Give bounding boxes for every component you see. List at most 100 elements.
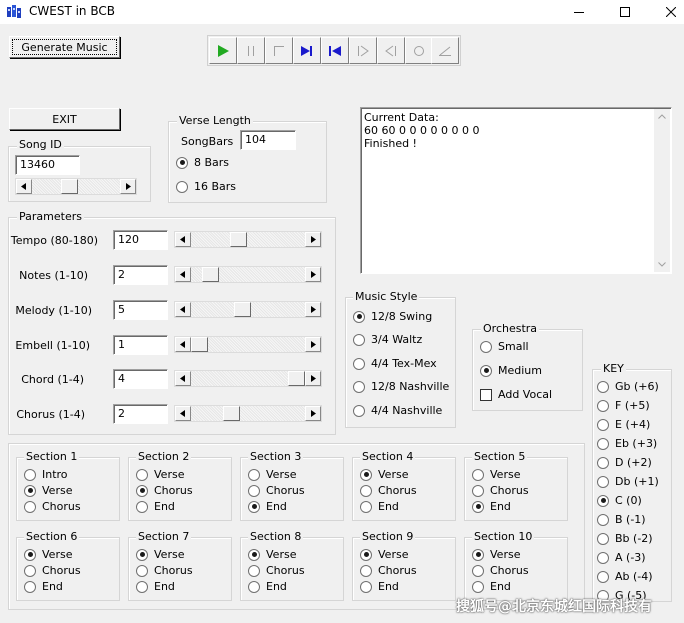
section-option-radio[interactable]: Intro — [24, 468, 68, 481]
scroll-left-button[interactable] — [175, 232, 191, 247]
scroll-thumb[interactable] — [288, 371, 305, 386]
step-back-button[interactable] — [377, 37, 405, 64]
section-option-radio[interactable]: End — [360, 500, 399, 513]
orchestra-small-radio[interactable]: Small — [480, 340, 529, 353]
key-e-radio[interactable]: E (+4) — [597, 418, 650, 431]
chorus-slider[interactable] — [174, 405, 322, 422]
song-id-field[interactable]: 13460 — [15, 155, 80, 175]
section-option-radio[interactable]: Chorus — [248, 564, 305, 577]
section-option-radio[interactable]: Chorus — [136, 484, 193, 497]
embell-slider[interactable] — [174, 336, 322, 353]
next-track-button[interactable] — [293, 37, 321, 64]
scroll-right-button[interactable] — [305, 302, 321, 317]
scroll-left-button[interactable] — [175, 267, 191, 282]
section-option-radio[interactable]: Verse — [472, 468, 520, 481]
scroll-right-button[interactable] — [305, 337, 321, 352]
scroll-left-button[interactable] — [175, 406, 191, 421]
generate-music-button[interactable]: Generate Music — [9, 36, 120, 58]
maximize-button[interactable] — [602, 0, 648, 24]
close-button[interactable] — [648, 0, 684, 24]
key-a-radio[interactable]: A (-3) — [597, 551, 646, 564]
add-vocal-checkbox[interactable]: Add Vocal — [480, 388, 552, 401]
section-option-radio[interactable]: End — [248, 580, 287, 593]
section-option-radio[interactable]: Chorus — [360, 484, 417, 497]
verse-length-8-bars-radio[interactable]: 8 Bars — [176, 156, 229, 169]
section-option-radio[interactable]: Chorus — [360, 564, 417, 577]
scroll-right-button[interactable] — [305, 232, 321, 247]
scroll-right-button[interactable] — [120, 179, 136, 194]
previous-track-button[interactable] — [321, 37, 349, 64]
section-option-radio[interactable]: Verse — [360, 548, 408, 561]
scroll-right-button[interactable] — [305, 267, 321, 282]
notes-slider[interactable] — [174, 266, 322, 283]
melody-field[interactable]: 5 — [113, 300, 168, 320]
section-option-radio[interactable]: End — [360, 580, 399, 593]
pause-button[interactable] — [237, 37, 265, 64]
notes-field[interactable]: 2 — [113, 265, 168, 285]
step-forward-button[interactable] — [349, 37, 377, 64]
scroll-thumb[interactable] — [234, 302, 251, 317]
section-option-radio[interactable]: End — [248, 500, 287, 513]
section-option-radio[interactable]: Verse — [360, 468, 408, 481]
section-option-radio[interactable]: Chorus — [24, 564, 81, 577]
section-option-radio[interactable]: Verse — [248, 468, 296, 481]
melody-slider[interactable] — [174, 301, 322, 318]
style-12-8-nashville-radio[interactable]: 12/8 Nashville — [353, 380, 449, 393]
section-option-radio[interactable]: Verse — [136, 548, 184, 561]
play-button[interactable] — [209, 37, 237, 64]
key-f-radio[interactable]: F (+5) — [597, 399, 650, 412]
stop-button[interactable] — [265, 37, 293, 64]
scroll-thumb[interactable] — [223, 406, 240, 421]
style-4-4-tex-mex-radio[interactable]: 4/4 Tex-Mex — [353, 357, 437, 370]
key-eb-radio[interactable]: Eb (+3) — [597, 437, 657, 450]
section-option-radio[interactable]: Chorus — [472, 484, 529, 497]
chorus-field[interactable]: 2 — [113, 404, 168, 424]
section-option-radio[interactable]: Verse — [136, 468, 184, 481]
key-d-radio[interactable]: D (+2) — [597, 456, 652, 469]
section-option-radio[interactable]: Verse — [248, 548, 296, 561]
scroll-thumb[interactable] — [61, 179, 78, 194]
section-option-radio[interactable]: Verse — [472, 548, 520, 561]
memo-scrollbar[interactable] — [654, 109, 670, 272]
output-memo[interactable]: Current Data: 60 60 0 0 0 0 0 0 0 0 Fini… — [360, 107, 672, 274]
section-option-radio[interactable]: Chorus — [24, 500, 81, 513]
scroll-thumb[interactable] — [202, 267, 219, 282]
scroll-left-button[interactable] — [175, 302, 191, 317]
scroll-left-button[interactable] — [16, 179, 32, 194]
minimize-button[interactable] — [556, 0, 602, 24]
section-option-radio[interactable]: End — [472, 580, 511, 593]
key-b-radio[interactable]: B (-1) — [597, 513, 646, 526]
chord-field[interactable]: 4 — [113, 369, 168, 389]
section-option-radio[interactable]: Chorus — [472, 564, 529, 577]
style-3-4-waltz-radio[interactable]: 3/4 Waltz — [353, 333, 422, 346]
section-option-radio[interactable]: Chorus — [248, 484, 305, 497]
key-ab-radio[interactable]: Ab (-4) — [597, 570, 653, 583]
section-option-radio[interactable]: Chorus — [136, 564, 193, 577]
style-12-8-swing-radio[interactable]: 12/8 Swing — [353, 310, 432, 323]
song-id-slider[interactable] — [15, 178, 137, 195]
songbars-field[interactable]: 104 — [240, 130, 296, 150]
section-option-radio[interactable]: End — [136, 580, 175, 593]
key-c-radio[interactable]: C (0) — [597, 494, 642, 507]
scroll-left-button[interactable] — [175, 371, 191, 386]
section-option-radio[interactable]: Verse — [24, 548, 72, 561]
exit-button[interactable]: EXIT — [9, 108, 120, 130]
style-4-4-nashville-radio[interactable]: 4/4 Nashville — [353, 404, 442, 417]
record-button[interactable] — [405, 37, 433, 64]
scroll-right-button[interactable] — [305, 406, 321, 421]
scroll-thumb[interactable] — [230, 232, 247, 247]
verse-length-16-bars-radio[interactable]: 16 Bars — [176, 180, 236, 193]
section-option-radio[interactable]: End — [136, 500, 175, 513]
key-db-radio[interactable]: Db (+1) — [597, 475, 659, 488]
scroll-thumb[interactable] — [191, 337, 208, 352]
scroll-right-button[interactable] — [305, 371, 321, 386]
section-option-radio[interactable]: Verse — [24, 484, 72, 497]
key-gb-radio[interactable]: Gb (+6) — [597, 380, 659, 393]
key-bb-radio[interactable]: Bb (-2) — [597, 532, 653, 545]
section-option-radio[interactable]: End — [24, 580, 63, 593]
section-option-radio[interactable]: End — [472, 500, 511, 513]
embell-field[interactable]: 1 — [113, 335, 168, 355]
tempo-slider[interactable] — [174, 231, 322, 248]
scroll-left-button[interactable] — [175, 337, 191, 352]
orchestra-medium-radio[interactable]: Medium — [480, 364, 542, 377]
